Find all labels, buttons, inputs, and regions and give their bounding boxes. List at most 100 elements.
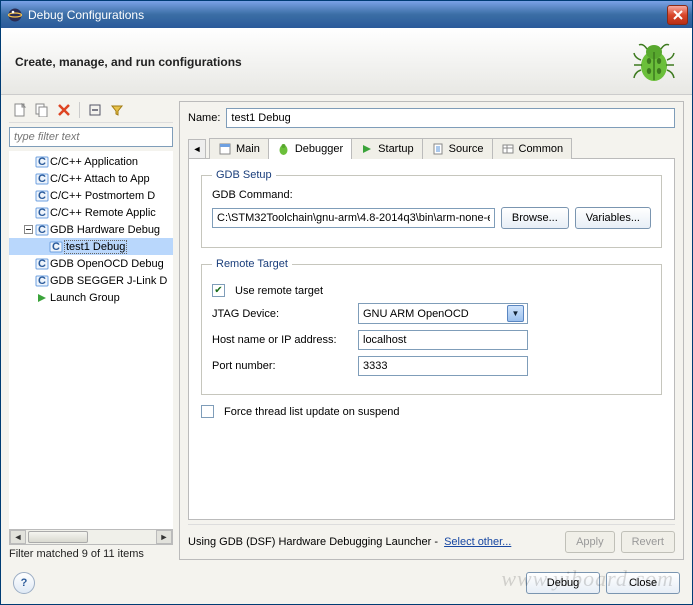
svg-text:C: C <box>38 224 46 236</box>
variables-button[interactable]: Variables... <box>575 207 651 229</box>
collapse-all-icon[interactable] <box>86 101 104 119</box>
common-tab-icon <box>501 142 515 156</box>
svg-text:C: C <box>38 190 46 202</box>
tree-collapse-icon[interactable] <box>23 225 34 234</box>
window-title: Debug Configurations <box>28 8 667 22</box>
source-tab-icon <box>431 142 445 156</box>
filter-icon[interactable] <box>108 101 126 119</box>
svg-text:C: C <box>52 241 60 253</box>
tab-bar: ◄ Main Debugger Startup Source <box>188 134 675 159</box>
host-input[interactable] <box>358 330 528 350</box>
filter-match-status: Filter matched 9 of 11 items <box>9 545 173 560</box>
tab-main[interactable]: Main <box>209 138 269 159</box>
window-close-button[interactable] <box>667 5 688 25</box>
tab-startup[interactable]: Startup <box>351 138 422 159</box>
name-label: Name: <box>188 112 220 124</box>
use-remote-label: Use remote target <box>235 285 323 297</box>
tree-item-label: C/C++ Application <box>50 156 138 168</box>
chevron-down-icon: ▼ <box>507 305 524 322</box>
duplicate-config-icon[interactable] <box>33 101 51 119</box>
debugger-tab-icon <box>277 142 291 156</box>
tree-row[interactable]: C GDB SEGGER J-Link D <box>9 272 173 289</box>
force-thread-checkbox[interactable] <box>201 405 214 418</box>
gdb-setup-legend: GDB Setup <box>212 169 276 181</box>
new-config-icon[interactable] <box>11 101 29 119</box>
dialog-title: Create, manage, and run configurations <box>15 55 630 69</box>
launch-group-icon <box>34 291 50 305</box>
tab-startup-label: Startup <box>378 143 413 155</box>
host-label: Host name or IP address: <box>212 334 352 346</box>
c-config-icon: C <box>34 274 50 288</box>
eclipse-icon <box>7 7 23 23</box>
tree-row[interactable]: C C/C++ Application <box>9 153 173 170</box>
debug-button[interactable]: Debug <box>526 572 600 594</box>
svg-text:C: C <box>38 156 46 168</box>
launcher-text: Using GDB (DSF) Hardware Debugging Launc… <box>188 536 438 548</box>
port-label: Port number: <box>212 360 352 372</box>
dialog-header: Create, manage, and run configurations <box>1 28 692 95</box>
c-config-icon: C <box>34 257 50 271</box>
tree-row[interactable]: CC/C++ Attach to App <box>9 170 173 187</box>
jtag-device-select[interactable]: GNU ARM OpenOCD ▼ <box>358 303 528 324</box>
tab-main-label: Main <box>236 143 260 155</box>
tree-item-label: C/C++ Remote Applic <box>50 207 156 219</box>
tree-item-label: GDB OpenOCD Debug <box>50 258 164 270</box>
jtag-device-label: JTAG Device: <box>212 308 352 320</box>
c-config-icon: C <box>34 223 50 237</box>
tree-item-label: test1 Debug <box>64 240 127 254</box>
tab-common-label: Common <box>519 143 564 155</box>
gdb-command-label: GDB Command: <box>212 189 651 201</box>
tab-scroll-left[interactable]: ◄ <box>188 139 206 159</box>
svg-text:C: C <box>38 275 46 287</box>
tree-item-label: C/C++ Attach to App <box>50 173 150 185</box>
titlebar: Debug Configurations <box>1 1 692 28</box>
tab-source-label: Source <box>449 143 484 155</box>
gdb-command-input[interactable] <box>212 208 495 228</box>
apply-button[interactable]: Apply <box>565 531 615 553</box>
horizontal-scrollbar[interactable]: ◄ ► <box>9 529 173 545</box>
name-input[interactable] <box>226 108 675 128</box>
tab-source[interactable]: Source <box>422 138 493 159</box>
tree-row[interactable]: Ctest1 Debug <box>9 238 173 255</box>
c-config-icon: C <box>34 155 50 169</box>
scroll-left-arrow[interactable]: ◄ <box>10 530 26 544</box>
tab-common[interactable]: Common <box>492 138 573 159</box>
svg-text:C: C <box>38 207 46 219</box>
tree-row[interactable]: CC/C++ Postmortem D <box>9 187 173 204</box>
tab-debugger[interactable]: Debugger <box>268 138 352 159</box>
close-button[interactable]: Close <box>606 572 680 594</box>
tree-row[interactable]: C C/C++ Remote Applic <box>9 204 173 221</box>
browse-button[interactable]: Browse... <box>501 207 569 229</box>
scrollbar-thumb[interactable] <box>28 531 88 543</box>
c-config-icon: C <box>34 206 50 220</box>
startup-tab-icon <box>360 142 374 156</box>
remote-target-group: Remote Target ✔ Use remote target JTAG D… <box>201 258 662 395</box>
config-toolbar <box>9 101 173 123</box>
use-remote-checkbox[interactable]: ✔ <box>212 284 225 297</box>
tree-row[interactable]: CGDB OpenOCD Debug <box>9 255 173 272</box>
c-config-icon: C <box>48 240 64 254</box>
port-input[interactable] <box>358 356 528 376</box>
debugger-tab-panel: GDB Setup GDB Command: Browse... Variabl… <box>188 158 675 520</box>
revert-button[interactable]: Revert <box>621 531 675 553</box>
bug-icon <box>630 38 678 86</box>
gdb-setup-group: GDB Setup GDB Command: Browse... Variabl… <box>201 169 662 248</box>
remote-target-legend: Remote Target <box>212 258 292 270</box>
tab-debugger-label: Debugger <box>295 143 343 155</box>
main-tab-icon <box>218 142 232 156</box>
force-thread-label: Force thread list update on suspend <box>224 406 400 418</box>
help-button[interactable]: ? <box>13 572 35 594</box>
scroll-right-arrow[interactable]: ► <box>156 530 172 544</box>
tree-row[interactable]: Launch Group <box>9 289 173 306</box>
jtag-device-value: GNU ARM OpenOCD <box>363 308 507 320</box>
tree-item-label: GDB Hardware Debug <box>50 224 160 236</box>
c-config-icon: C <box>34 189 50 203</box>
filter-input[interactable] <box>9 127 173 147</box>
select-other-link[interactable]: Select other... <box>444 536 511 548</box>
config-tree[interactable]: CC/C++ ApplicationCC/C++ Attach to AppCC… <box>9 151 173 529</box>
tree-row[interactable]: C GDB Hardware Debug <box>9 221 173 238</box>
tree-item-label: GDB SEGGER J-Link D <box>50 275 167 287</box>
tree-item-label: Launch Group <box>50 292 120 304</box>
delete-config-icon[interactable] <box>55 101 73 119</box>
c-config-icon: C <box>34 172 50 186</box>
